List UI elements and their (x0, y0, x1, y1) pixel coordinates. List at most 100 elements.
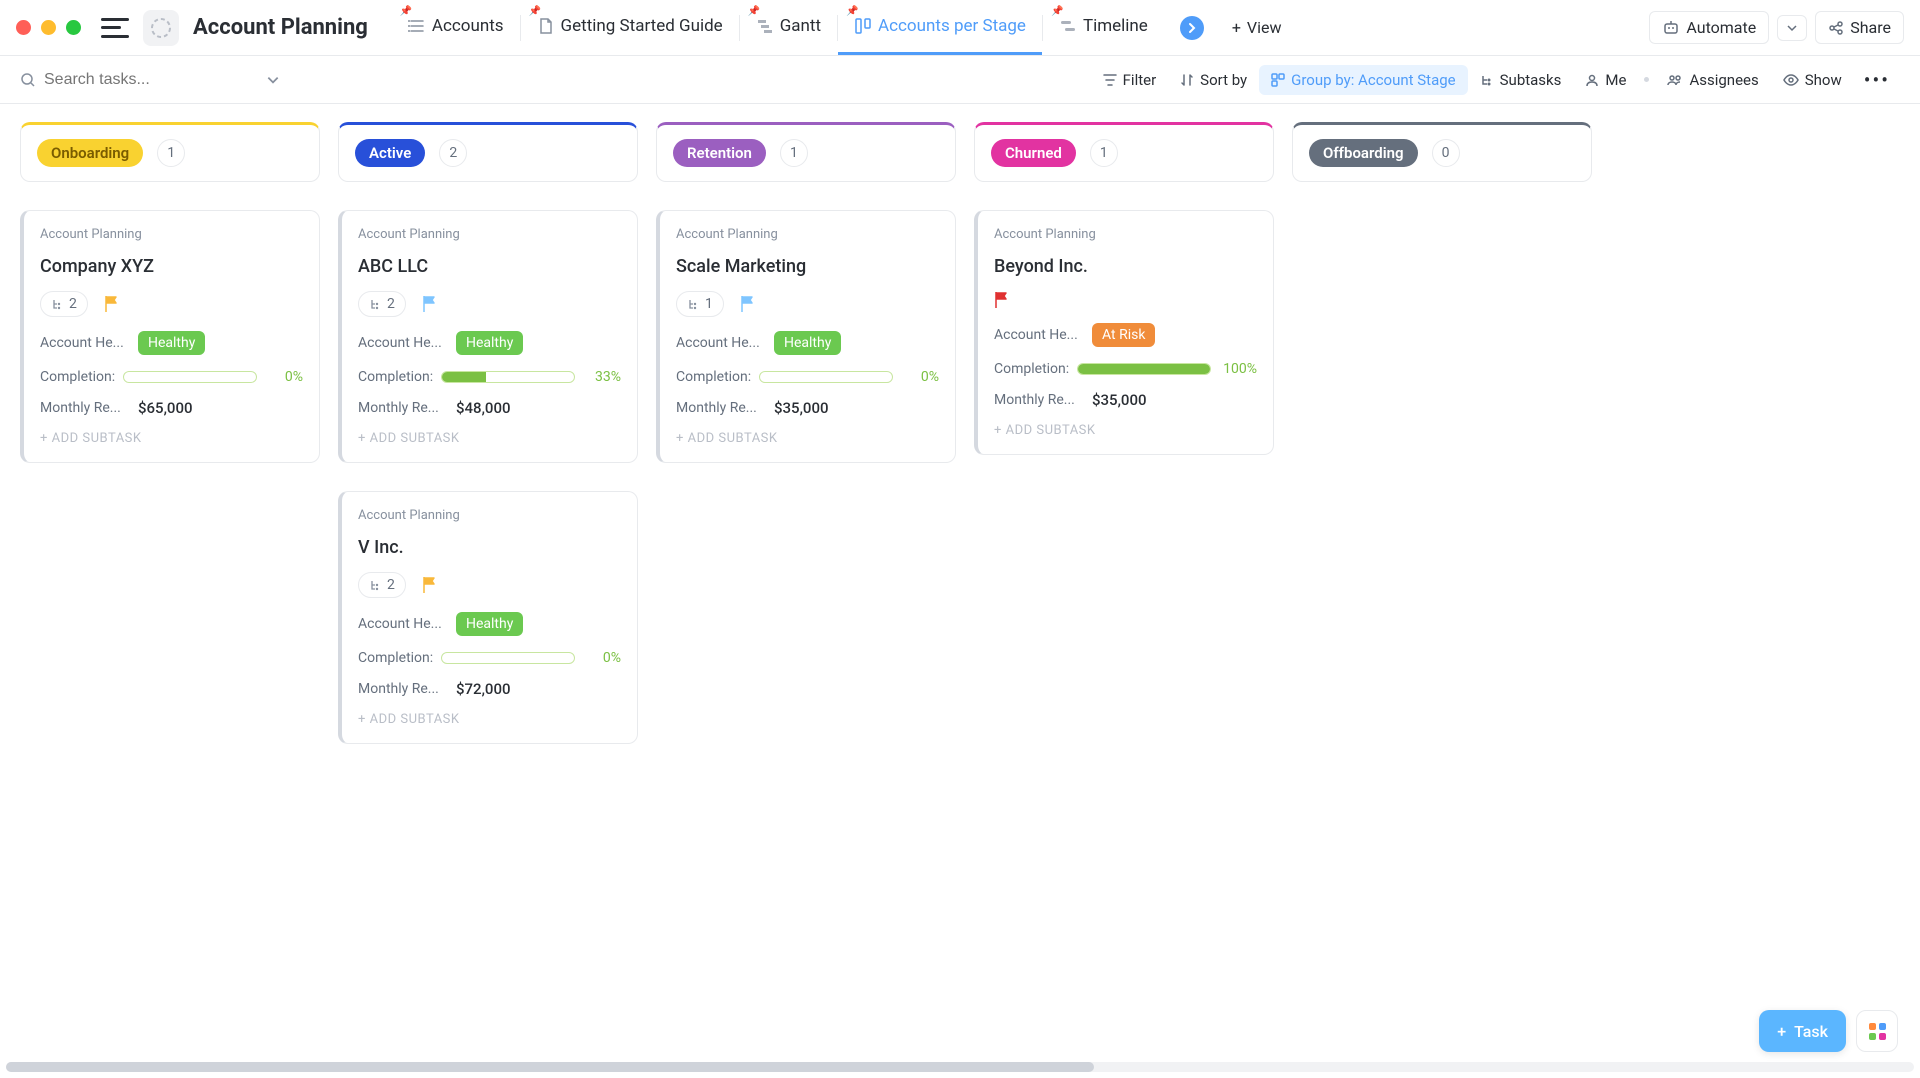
search-box[interactable] (20, 71, 280, 89)
flag-icon[interactable] (422, 295, 438, 313)
column-header[interactable]: Retention 1 (656, 122, 956, 182)
revenue-label: Monthly Re... (676, 400, 766, 416)
completion-row: Completion: 33% (358, 369, 621, 385)
add-subtask-button[interactable]: + ADD SUBTASK (676, 431, 939, 446)
sort-button[interactable]: Sort by (1168, 65, 1259, 95)
search-input[interactable] (44, 71, 258, 89)
toolbar: Filter Sort by Group by: Account Stage S… (0, 56, 1920, 104)
column-header[interactable]: Active 2 (338, 122, 638, 182)
progress-bar (441, 371, 575, 383)
task-card[interactable]: Account Planning ABC LLC 2 Account He...… (338, 210, 638, 463)
task-card[interactable]: Account Planning Scale Marketing 1 Accou… (656, 210, 956, 463)
subtask-count-chip[interactable]: 2 (358, 572, 406, 598)
health-row: Account He... Healthy (358, 331, 621, 355)
add-subtask-button[interactable]: + ADD SUBTASK (40, 431, 303, 446)
flag-icon[interactable] (740, 295, 756, 313)
revenue-row: Monthly Re... $35,000 (676, 399, 939, 417)
task-card[interactable]: Account Planning Company XYZ 2 Account H… (20, 210, 320, 463)
column-header[interactable]: Onboarding 1 (20, 122, 320, 182)
timeline-icon (1059, 17, 1077, 35)
flag-icon[interactable] (422, 576, 438, 594)
revenue-label: Monthly Re... (40, 400, 130, 416)
separator-dot (1644, 77, 1649, 82)
progress-bar (123, 371, 257, 383)
add-subtask-button[interactable]: + ADD SUBTASK (994, 423, 1257, 438)
person-icon (1585, 73, 1599, 87)
maximize-window-icon[interactable] (66, 20, 81, 35)
subtask-count-chip[interactable]: 1 (676, 291, 724, 317)
subtasks-icon (1480, 73, 1494, 87)
column-header[interactable]: Offboarding 0 (1292, 122, 1592, 182)
subtask-count-chip[interactable]: 2 (358, 291, 406, 317)
add-view-label: View (1247, 18, 1282, 37)
plus-icon: + (1777, 1022, 1786, 1041)
health-label: Account He... (676, 335, 766, 351)
revenue-label: Monthly Re... (994, 392, 1084, 408)
column-header[interactable]: Churned 1 (974, 122, 1274, 182)
tab-timeline[interactable]: 📌 Timeline (1043, 0, 1164, 55)
subtask-count-chip[interactable]: 2 (40, 291, 88, 317)
me-button[interactable]: Me (1573, 65, 1638, 95)
tab-label: Accounts (432, 16, 504, 36)
topbar: Account Planning 📌 Accounts📌 Getting Sta… (0, 0, 1920, 56)
tab-accounts[interactable]: 📌 Accounts (392, 0, 520, 55)
health-badge: At Risk (1092, 323, 1155, 347)
pin-icon: 📌 (400, 6, 412, 17)
me-label: Me (1605, 71, 1626, 89)
board: Onboarding 1 Account Planning Company XY… (0, 104, 1920, 1060)
share-button[interactable]: Share (1815, 11, 1904, 44)
minimize-window-icon[interactable] (41, 20, 56, 35)
column-churned: Churned 1 Account Planning Beyond Inc. A… (974, 122, 1274, 1042)
completion-percent: 0% (265, 369, 303, 385)
chevron-down-icon[interactable] (266, 73, 280, 87)
add-view-button[interactable]: + View (1220, 12, 1294, 43)
close-window-icon[interactable] (16, 20, 31, 35)
horizontal-scrollbar[interactable] (6, 1062, 1914, 1072)
add-subtask-button[interactable]: + ADD SUBTASK (358, 431, 621, 446)
completion-percent: 33% (583, 369, 621, 385)
automate-button[interactable]: Automate (1649, 11, 1769, 44)
flag-icon[interactable] (104, 295, 120, 313)
flag-icon[interactable] (994, 291, 1010, 309)
subtask-count: 1 (705, 296, 713, 312)
group-icon (1271, 73, 1285, 87)
robot-icon (1662, 19, 1680, 37)
window-controls (16, 20, 81, 35)
card-title: Company XYZ (40, 256, 303, 277)
group-label: Group by: Account Stage (1291, 71, 1456, 89)
tab-accounts-per-stage[interactable]: 📌 Accounts per Stage (838, 0, 1042, 55)
subtasks-button[interactable]: Subtasks (1468, 65, 1574, 95)
branch-icon (369, 298, 381, 310)
column-offboarding: Offboarding 0 (1292, 122, 1592, 1042)
add-subtask-button[interactable]: + ADD SUBTASK (358, 712, 621, 727)
gantt-icon (756, 17, 774, 35)
health-label: Account He... (40, 335, 130, 351)
people-icon (1667, 73, 1683, 87)
doc-icon (537, 17, 555, 35)
count-badge: 1 (1090, 139, 1118, 167)
more-options-button[interactable]: ••• (1854, 68, 1900, 92)
show-button[interactable]: Show (1771, 65, 1854, 95)
task-card[interactable]: Account Planning Beyond Inc. Account He.… (974, 210, 1274, 455)
card-title: ABC LLC (358, 256, 621, 277)
count-badge: 1 (157, 139, 185, 167)
new-task-button[interactable]: + Task (1759, 1010, 1846, 1052)
menu-icon[interactable] (101, 18, 129, 38)
task-card[interactable]: Account Planning V Inc. 2 Account He... … (338, 491, 638, 744)
meta-row: 2 (358, 291, 621, 317)
apps-button[interactable] (1856, 1010, 1898, 1052)
completion-row: Completion: 100% (994, 361, 1257, 377)
eye-icon (1783, 73, 1799, 87)
group-by-button[interactable]: Group by: Account Stage (1259, 65, 1468, 95)
health-label: Account He... (994, 327, 1084, 343)
filter-button[interactable]: Filter (1091, 65, 1169, 95)
app-logo-icon[interactable] (143, 10, 179, 46)
automate-dropdown-button[interactable] (1777, 15, 1807, 41)
tab-gantt[interactable]: 📌 Gantt (740, 0, 837, 55)
sort-icon (1180, 73, 1194, 87)
tab-getting-started-guide[interactable]: 📌 Getting Started Guide (521, 0, 739, 55)
revenue-row: Monthly Re... $48,000 (358, 399, 621, 417)
assignees-button[interactable]: Assignees (1655, 65, 1770, 95)
tab-label: Gantt (780, 16, 821, 36)
expand-views-icon[interactable] (1180, 16, 1204, 40)
